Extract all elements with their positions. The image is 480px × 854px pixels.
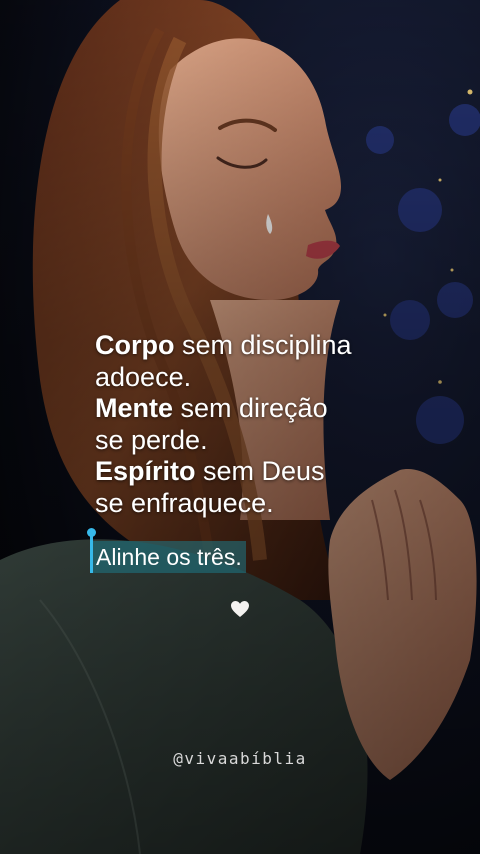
white-heart-icon xyxy=(231,601,249,617)
quote-line-2: adoece. xyxy=(95,361,192,392)
quote-text: Corpo sem disciplina adoece. Mente sem d… xyxy=(95,330,455,519)
author-handle: @vivaabíblia xyxy=(173,749,307,768)
post-canvas: Corpo sem disciplina adoece. Mente sem d… xyxy=(0,0,480,854)
quote-keyword-mente: Mente xyxy=(95,393,174,423)
quote-line-1: Corpo sem disciplina xyxy=(95,330,455,362)
quote-line-3: Mente sem direção xyxy=(95,393,455,425)
quote-line-5-rest: sem Deus xyxy=(195,456,325,486)
cta-highlight-text: Alinhe os três. xyxy=(92,541,246,573)
quote-keyword-espirito: Espírito xyxy=(95,456,196,486)
quote-keyword-corpo: Corpo xyxy=(95,330,175,360)
quote-line-6: se enfraquece. xyxy=(95,487,274,518)
quote-line-1-rest: sem disciplina xyxy=(174,330,352,360)
quote-line-3-rest: sem direção xyxy=(173,393,328,423)
text-cursor-handle[interactable] xyxy=(87,528,96,537)
text-cursor xyxy=(90,533,93,573)
quote-line-5: Espírito sem Deus xyxy=(95,456,455,488)
quote-line-4: se perde. xyxy=(95,424,208,455)
